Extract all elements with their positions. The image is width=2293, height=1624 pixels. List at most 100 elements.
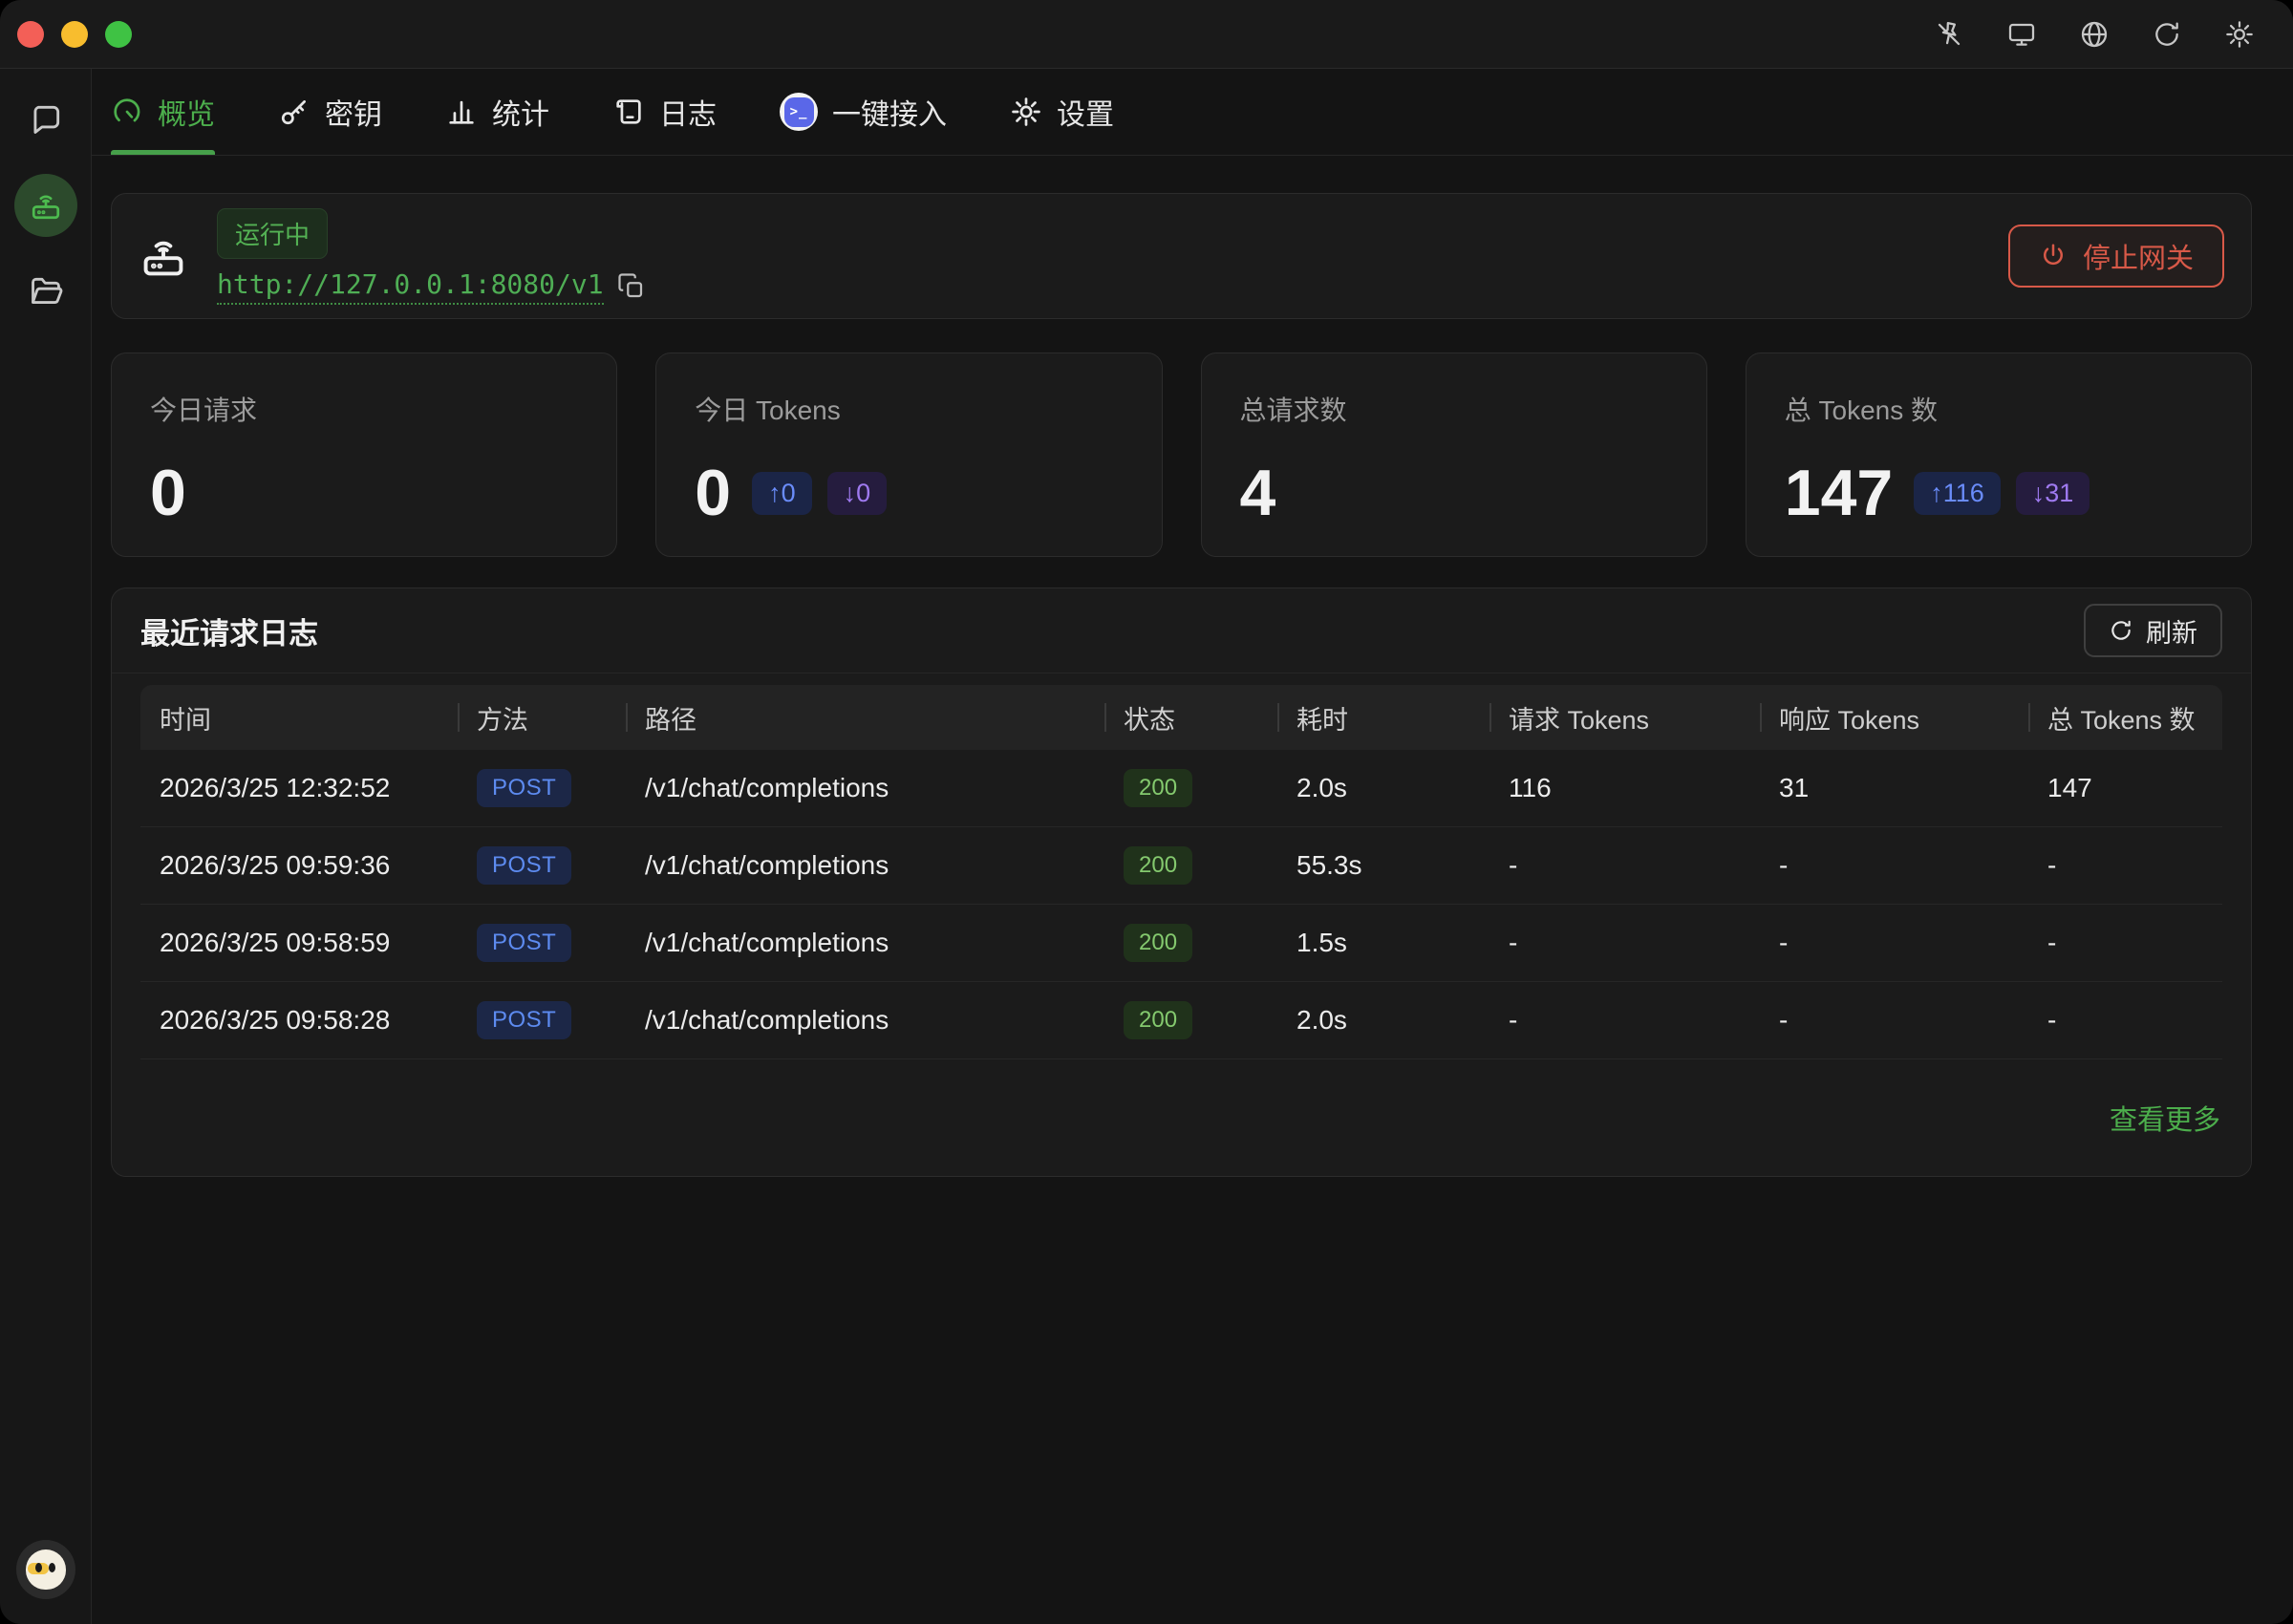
table-row[interactable]: 2026/3/25 09:58:28 POST /v1/chat/complet… — [140, 982, 2222, 1059]
refresh-icon[interactable] — [2152, 19, 2182, 50]
tab-label: 统计 — [492, 91, 549, 133]
col-header-duration: 耗时 — [1277, 699, 1489, 737]
copy-icon[interactable] — [617, 272, 646, 301]
cell-path: /v1/chat/completions — [626, 850, 1104, 881]
pin-off-icon[interactable] — [1934, 19, 1964, 50]
stat-card-total-requests: 总请求数 4 — [1201, 353, 1707, 557]
scroll-icon — [612, 96, 645, 128]
tab-logs[interactable]: 日志 — [612, 69, 717, 155]
cell-total-tokens: - — [2028, 850, 2222, 881]
overview-content: 运行中 http://127.0.0.1:8080/v1 — [92, 156, 2293, 1624]
cell-duration: 1.5s — [1277, 928, 1489, 958]
view-more-link[interactable]: 查看更多 — [2110, 1098, 2220, 1138]
method-badge: POST — [477, 769, 571, 807]
stat-label: 总请求数 — [1240, 390, 1668, 428]
stat-card-today-requests: 今日请求 0 — [111, 353, 617, 557]
stat-value: 4 — [1240, 460, 1276, 525]
terminal-logo-icon: >_ — [780, 93, 818, 131]
cell-req-tokens: - — [1489, 928, 1760, 958]
status-code-badge: 200 — [1124, 846, 1192, 885]
refresh-button[interactable]: 刷新 — [2084, 604, 2222, 657]
tokens-up-badge: ↑116 — [1914, 472, 2001, 515]
tab-keys[interactable]: 密钥 — [278, 69, 382, 155]
stat-value: 0 — [695, 460, 731, 525]
tabbar: 概览 密钥 统计 — [92, 69, 2293, 156]
cell-req-tokens: 116 — [1489, 773, 1760, 803]
monitor-icon[interactable] — [2006, 19, 2037, 50]
router-icon — [139, 231, 188, 281]
table-row[interactable]: 2026/3/25 09:59:36 POST /v1/chat/complet… — [140, 827, 2222, 905]
tab-quick-connect[interactable]: >_ 一键接入 — [780, 69, 947, 155]
cell-path: /v1/chat/completions — [626, 928, 1104, 958]
tab-label: 概览 — [158, 91, 215, 133]
tab-settings[interactable]: 设置 — [1010, 69, 1114, 155]
cell-req-tokens: - — [1489, 850, 1760, 881]
minimize-window-button[interactable] — [61, 21, 88, 48]
log-table: 时间 方法 路径 状态 耗时 请求 Tokens 响应 Tokens 总 Tok… — [112, 673, 2251, 1059]
globe-icon[interactable] — [2079, 19, 2110, 50]
method-badge: POST — [477, 1001, 571, 1039]
cell-total-tokens: - — [2028, 1005, 2222, 1036]
tab-stats[interactable]: 统计 — [445, 69, 549, 155]
gear-icon — [1010, 96, 1042, 128]
sidebar-item-files[interactable] — [28, 273, 64, 310]
tab-overview[interactable]: 概览 — [111, 69, 215, 155]
router-icon — [29, 188, 63, 223]
app-window: 概览 密钥 统计 — [0, 0, 2293, 1624]
bar-chart-icon — [445, 96, 478, 128]
cell-path: /v1/chat/completions — [626, 1005, 1104, 1036]
power-icon — [2039, 242, 2068, 270]
traffic-lights — [0, 21, 132, 48]
close-window-button[interactable] — [17, 21, 44, 48]
sidebar-item-gateway-active[interactable] — [14, 174, 77, 237]
gear-icon[interactable] — [2224, 19, 2255, 50]
status-code-badge: 200 — [1124, 924, 1192, 962]
titlebar — [0, 0, 2293, 69]
cell-time: 2026/3/25 09:58:28 — [140, 1005, 458, 1036]
col-header-total-tokens: 总 Tokens 数 — [2028, 699, 2222, 737]
tab-label: 设置 — [1057, 91, 1114, 133]
log-section-title: 最近请求日志 — [140, 609, 318, 652]
cell-resp-tokens: - — [1760, 850, 2028, 881]
method-badge: POST — [477, 846, 571, 885]
folder-open-icon — [28, 273, 64, 310]
cell-total-tokens: - — [2028, 928, 2222, 958]
table-row[interactable]: 2026/3/25 09:58:59 POST /v1/chat/complet… — [140, 905, 2222, 982]
status-badge: 运行中 — [217, 208, 328, 259]
key-icon — [278, 96, 311, 128]
stat-card-today-tokens: 今日 Tokens 0 ↑0 ↓0 — [655, 353, 1162, 557]
sidebar-item-chat[interactable] — [28, 101, 64, 138]
gauge-icon — [111, 96, 143, 128]
tab-label: 日志 — [659, 91, 717, 133]
cell-time: 2026/3/25 09:59:36 — [140, 850, 458, 881]
cell-path: /v1/chat/completions — [626, 773, 1104, 803]
col-header-time: 时间 — [140, 699, 458, 737]
col-header-path: 路径 — [626, 699, 1104, 737]
stat-card-total-tokens: 总 Tokens 数 147 ↑116 ↓31 — [1746, 353, 2252, 557]
cell-duration: 2.0s — [1277, 773, 1489, 803]
mascot-avatar[interactable] — [16, 1540, 75, 1599]
status-code-badge: 200 — [1124, 769, 1192, 807]
stat-value: 147 — [1785, 460, 1893, 525]
stat-value: 0 — [150, 460, 186, 525]
stop-gateway-label: 停止网关 — [2083, 236, 2194, 276]
table-row[interactable]: 2026/3/25 12:32:52 POST /v1/chat/complet… — [140, 750, 2222, 827]
chat-bubble-icon — [28, 101, 64, 138]
tokens-up-badge: ↑0 — [752, 472, 812, 515]
titlebar-actions — [1934, 19, 2293, 50]
status-code-badge: 200 — [1124, 1001, 1192, 1039]
cell-resp-tokens: 31 — [1760, 773, 2028, 803]
gateway-status-card: 运行中 http://127.0.0.1:8080/v1 — [111, 193, 2252, 319]
zoom-window-button[interactable] — [105, 21, 132, 48]
cell-duration: 2.0s — [1277, 1005, 1489, 1036]
refresh-icon — [2109, 618, 2133, 643]
stat-label: 总 Tokens 数 — [1785, 390, 2213, 428]
method-badge: POST — [477, 924, 571, 962]
col-header-method: 方法 — [458, 699, 626, 737]
stop-gateway-button[interactable]: 停止网关 — [2008, 224, 2224, 288]
cell-req-tokens: - — [1489, 1005, 1760, 1036]
gateway-url-link[interactable]: http://127.0.0.1:8080/v1 — [217, 268, 604, 305]
stats-row: 今日请求 0 今日 Tokens 0 ↑0 ↓0 — [111, 353, 2252, 557]
tokens-down-badge: ↓31 — [2016, 472, 2090, 515]
refresh-label: 刷新 — [2146, 612, 2197, 650]
